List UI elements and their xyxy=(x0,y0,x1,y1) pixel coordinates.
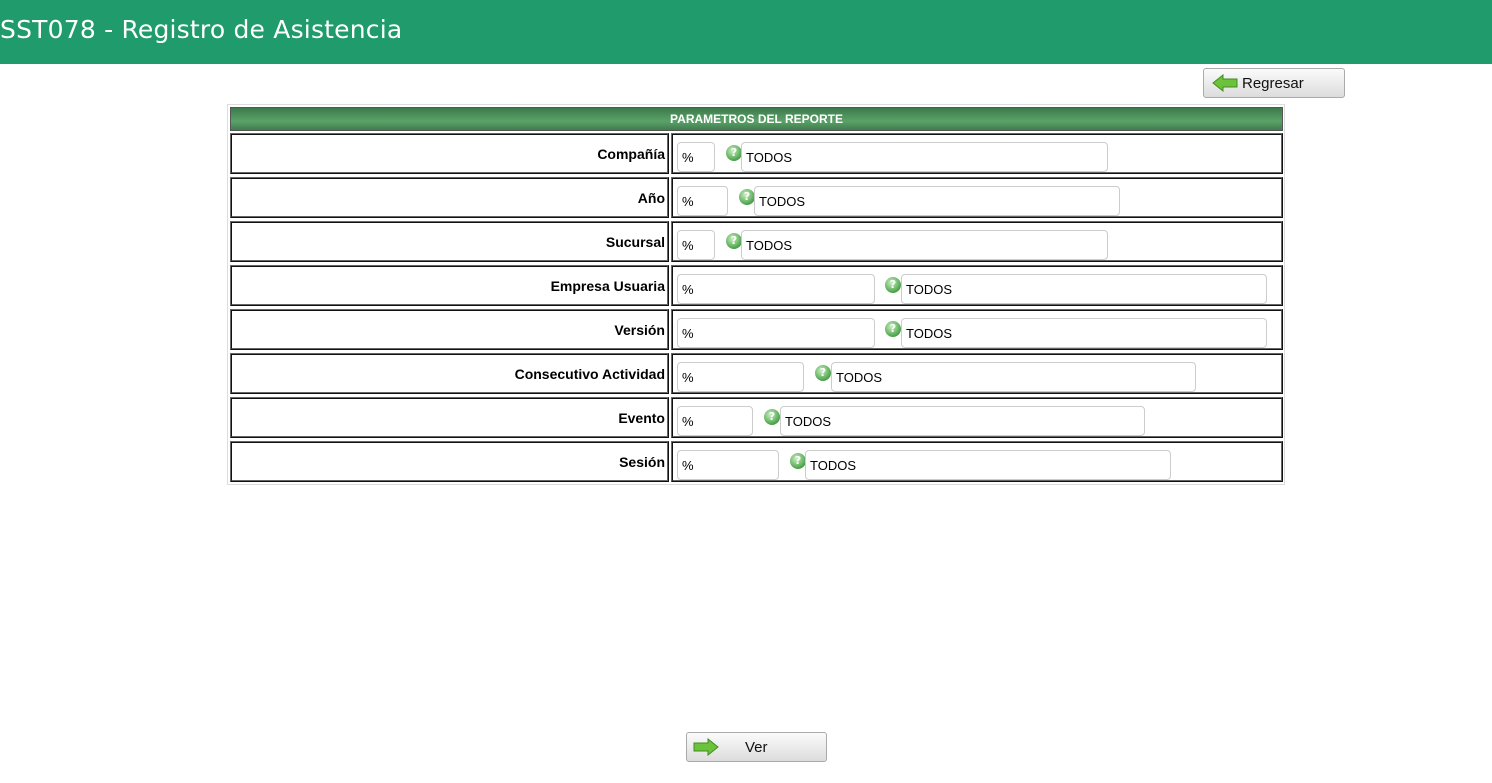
company-value-cell: % ? TODOS xyxy=(671,133,1283,174)
back-button-label: Regresar xyxy=(1242,75,1304,92)
parameter-row-activity-number: Consecutivo Actividad % ? TODOS xyxy=(230,352,1283,396)
user-company-code-input[interactable]: % xyxy=(677,274,875,304)
branch-value-cell: % ? TODOS xyxy=(671,221,1283,262)
activity-number-label: Consecutivo Actividad xyxy=(230,353,669,394)
parameter-row-event: Evento % ? TODOS xyxy=(230,396,1283,440)
help-icon[interactable]: ? xyxy=(739,189,755,205)
company-code-input[interactable]: % xyxy=(677,142,715,172)
title-bar: SST078 - Registro de Asistencia xyxy=(0,0,1492,64)
version-description-input[interactable]: TODOS xyxy=(901,318,1267,348)
parameter-row-version: Versión % ? TODOS xyxy=(230,308,1283,352)
branch-description-input[interactable]: TODOS xyxy=(741,230,1108,260)
company-description-input[interactable]: TODOS xyxy=(741,142,1108,172)
page-title: SST078 - Registro de Asistencia xyxy=(0,15,403,44)
user-company-description-input[interactable]: TODOS xyxy=(901,274,1267,304)
event-label: Evento xyxy=(230,397,669,438)
event-value-cell: % ? TODOS xyxy=(671,397,1283,438)
help-icon[interactable]: ? xyxy=(764,409,780,425)
parameter-row-year: Año % ? TODOS xyxy=(230,176,1283,220)
help-icon[interactable]: ? xyxy=(726,145,742,161)
arrow-left-icon xyxy=(1212,74,1238,92)
parameter-row-user-company: Empresa Usuaria % ? TODOS xyxy=(230,264,1283,308)
view-button-label: Ver xyxy=(745,739,768,756)
year-value-cell: % ? TODOS xyxy=(671,177,1283,218)
panel-title: PARAMETROS DEL REPORTE xyxy=(230,107,1283,131)
back-button[interactable]: Regresar xyxy=(1203,68,1345,98)
help-icon[interactable]: ? xyxy=(885,321,901,337)
activity-number-description-input[interactable]: TODOS xyxy=(831,362,1196,392)
branch-label: Sucursal xyxy=(230,221,669,262)
activity-number-code-input[interactable]: % xyxy=(677,362,804,392)
year-code-input[interactable]: % xyxy=(677,186,728,216)
version-code-input[interactable]: % xyxy=(677,318,875,348)
parameter-row-branch: Sucursal % ? TODOS xyxy=(230,220,1283,264)
year-description-input[interactable]: TODOS xyxy=(754,186,1120,216)
session-code-input[interactable]: % xyxy=(677,450,779,480)
help-icon[interactable]: ? xyxy=(726,233,742,249)
branch-code-input[interactable]: % xyxy=(677,230,715,260)
version-label: Versión xyxy=(230,309,669,350)
event-description-input[interactable]: TODOS xyxy=(780,406,1145,436)
version-value-cell: % ? TODOS xyxy=(671,309,1283,350)
help-icon[interactable]: ? xyxy=(790,453,806,469)
session-label: Sesión xyxy=(230,441,669,482)
help-icon[interactable]: ? xyxy=(815,365,831,381)
user-company-value-cell: % ? TODOS xyxy=(671,265,1283,306)
parameter-row-company: Compañía % ? TODOS xyxy=(230,132,1283,176)
view-button[interactable]: Ver xyxy=(686,732,827,762)
session-description-input[interactable]: TODOS xyxy=(805,450,1171,480)
session-value-cell: % ? TODOS xyxy=(671,441,1283,482)
year-label: Año xyxy=(230,177,669,218)
parameter-row-session: Sesión % ? TODOS xyxy=(230,440,1283,484)
help-icon[interactable]: ? xyxy=(885,277,901,293)
company-label: Compañía xyxy=(230,133,669,174)
event-code-input[interactable]: % xyxy=(677,406,753,436)
arrow-right-icon xyxy=(693,738,719,756)
user-company-label: Empresa Usuaria xyxy=(230,265,669,306)
activity-number-value-cell: % ? TODOS xyxy=(671,353,1283,394)
